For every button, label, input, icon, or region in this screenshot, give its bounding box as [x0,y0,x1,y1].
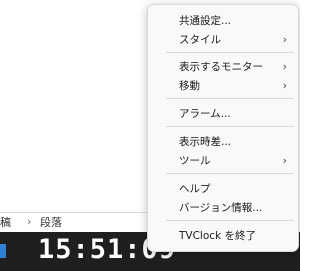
menu-item-help[interactable]: ヘルプ [148,180,298,198]
menu-item-common-settings[interactable]: 共通設定... [148,12,298,30]
tvclock-context-menu: 共通設定... スタイル › 表示するモニター › 移動 › アラーム... 表… [147,4,299,252]
menu-item-label: TVClock を終了 [179,230,256,242]
document-breadcrumb-paragraph[interactable]: 段落 [40,214,62,230]
taskbar-app-icon[interactable] [0,244,6,258]
menu-item-alarm[interactable]: アラーム... [148,105,298,123]
menu-item-label: ヘルプ [179,183,211,195]
menu-item-label: スタイル [179,34,221,46]
chevron-right-icon: › [282,33,287,46]
chevron-right-icon: › [282,79,287,92]
menu-item-label: アラーム... [179,108,231,120]
chevron-right-icon: › [27,215,32,228]
menu-item-label: バージョン情報... [179,202,263,214]
menu-item-label: 共通設定... [179,15,232,27]
menu-item-label: ツール [179,155,211,167]
menu-item-label: 移動 [179,80,200,92]
menu-separator [166,173,294,174]
menu-item-label: 表示時差... [179,136,232,148]
menu-item-style[interactable]: スタイル › [148,31,298,49]
menu-separator [166,126,294,127]
chevron-right-icon: › [282,154,287,167]
menu-item-label: 表示するモニター [179,61,263,73]
screen: 稿 › 段落 15:51:09 共通設定... スタイル › 表示するモニター … [0,0,300,271]
menu-separator [166,98,294,99]
menu-separator [166,220,294,221]
menu-item-display-monitor[interactable]: 表示するモニター › [148,58,298,76]
menu-item-move[interactable]: 移動 › [148,77,298,95]
document-breadcrumb-left: 稿 [0,216,11,229]
menu-item-exit[interactable]: TVClock を終了 [148,227,298,245]
chevron-right-icon: › [282,60,287,73]
menu-separator [166,52,294,53]
menu-item-version-info[interactable]: バージョン情報... [148,199,298,217]
menu-item-tools[interactable]: ツール › [148,152,298,170]
menu-item-time-difference[interactable]: 表示時差... [148,133,298,151]
